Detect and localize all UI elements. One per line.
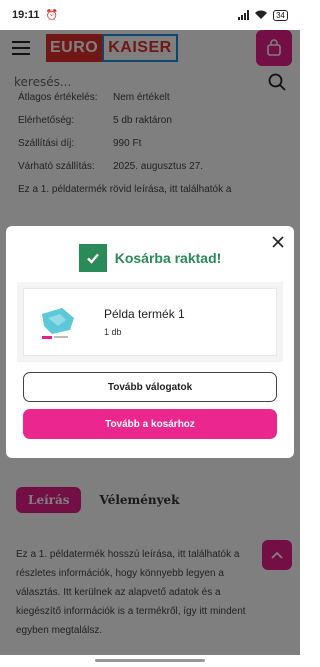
signal-icon: [238, 10, 250, 20]
continue-shopping-button[interactable]: Tovább válogatok: [23, 372, 277, 402]
status-bar: 19:11 ⏰ 34: [0, 0, 300, 30]
added-to-cart-modal: Kosárba raktad! Példa termék 1 1 db Tová…: [6, 226, 294, 458]
cart-item-info: Példa termék 1 1 db: [104, 307, 185, 337]
modal-title: Kosárba raktad!: [114, 250, 222, 266]
cart-item: Példa termék 1 1 db: [23, 288, 277, 356]
home-indicator[interactable]: [95, 659, 205, 662]
product-name: Példa termék 1: [104, 307, 185, 321]
wifi-icon: [255, 10, 268, 19]
battery-icon: 34: [273, 9, 288, 21]
status-icons: 34: [238, 9, 288, 21]
alarm-icon: ⏰: [45, 9, 58, 21]
product-quantity: 1 db: [104, 327, 122, 337]
gesture-bar: [0, 655, 300, 667]
product-thumbnail: [42, 308, 74, 339]
clock: 19:11: [12, 9, 40, 21]
check-icon: [78, 244, 107, 272]
go-to-cart-button[interactable]: Tovább a kosárhoz: [23, 409, 277, 439]
modal-header: Kosárba raktad!: [6, 244, 294, 272]
